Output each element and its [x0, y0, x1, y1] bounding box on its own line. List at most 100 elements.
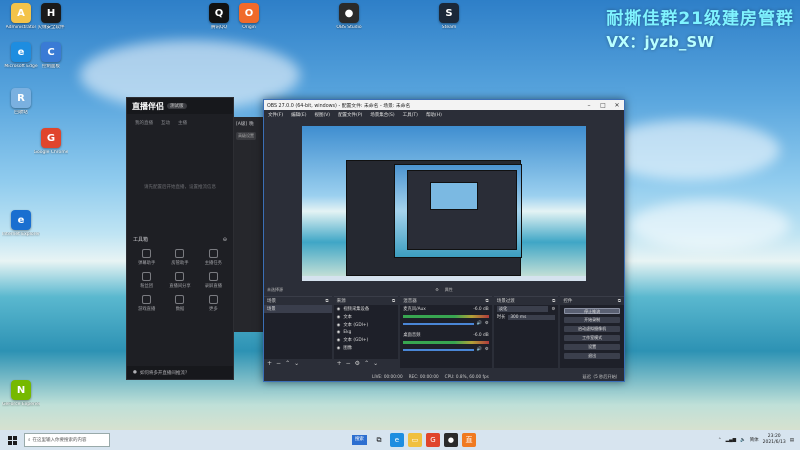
eye-icon[interactable]: ◉	[337, 307, 341, 312]
taskbar-search[interactable]: ⌕ 在这里输入你要搜索的内容	[24, 433, 110, 447]
gear-icon[interactable]: ⚙	[485, 347, 489, 352]
panel-tab[interactable]: [A级]	[236, 121, 247, 127]
exit-button[interactable]: 退出	[564, 353, 620, 359]
volume-icon[interactable]: 🔈	[740, 438, 746, 443]
desktop-icon[interactable]: R 回收站	[2, 88, 40, 126]
start-button[interactable]	[0, 430, 24, 450]
eye-icon[interactable]: ◉	[337, 346, 341, 351]
start-virtual-camera-button[interactable]: 启动虚拟摄像机	[564, 326, 620, 332]
tool-item[interactable]: 直播间分享	[164, 272, 195, 289]
tray-up-icon[interactable]: ⌃	[718, 438, 722, 443]
settings-button[interactable]: 设置	[564, 344, 620, 350]
live-assistant-taskbar-icon[interactable]: 直	[461, 433, 476, 447]
desktop-icon[interactable]: O Origin	[230, 3, 268, 41]
dock-float-icon[interactable]: ⧉	[618, 298, 621, 304]
menu-help[interactable]: 帮助(H)	[426, 112, 442, 118]
maximize-icon[interactable]: □	[596, 102, 610, 109]
tool-item[interactable]: 录屏直播	[198, 272, 229, 289]
studio-mode-button[interactable]: 工作室模式	[564, 335, 620, 341]
source-item[interactable]: ◉ 文本	[334, 313, 399, 321]
add-icon[interactable]: +	[267, 360, 272, 367]
network-icon[interactable]: ▂▄▆	[726, 438, 736, 443]
move-up-icon[interactable]: ⌃	[285, 360, 290, 367]
edge-icon[interactable]: e	[389, 433, 404, 447]
desktop-icon[interactable]: G Google Chrome	[32, 128, 70, 166]
source-item[interactable]: ◉ 视频采集设备	[334, 305, 399, 313]
stop-streaming-button[interactable]: 停止推流	[564, 308, 620, 314]
menu-file[interactable]: 文件(F)	[268, 112, 283, 118]
desktop-icon[interactable]: ● OBS Studio	[330, 3, 368, 41]
notification-icon[interactable]: ▤	[790, 438, 794, 443]
source-item[interactable]: ◉ 文本 (GDI+)	[334, 321, 399, 329]
tool-item[interactable]: 粉丝团	[131, 272, 162, 289]
dock-float-icon[interactable]: ⧉	[392, 298, 395, 304]
obs-taskbar-icon[interactable]: ●	[443, 433, 458, 447]
ime-indicator[interactable]: 简体	[750, 437, 759, 443]
speaker-icon[interactable]: 🔊	[477, 347, 482, 352]
source-item[interactable]: ◉ 文本 (GDI+)	[334, 336, 399, 344]
tab-my-live[interactable]: 我的直播	[135, 120, 153, 126]
duration-input[interactable]: 300 ms	[508, 314, 556, 320]
dock-float-icon[interactable]: ⧉	[552, 298, 555, 304]
gear-icon[interactable]: ⚙	[551, 307, 555, 312]
gear-icon[interactable]: ⚙	[435, 287, 439, 295]
tool-item[interactable]: 更多	[198, 295, 229, 312]
clock[interactable]: 23:20 2021/6/13	[763, 434, 786, 446]
task-view-icon[interactable]: ⧉	[372, 433, 386, 447]
eye-icon[interactable]: ◉	[337, 338, 341, 343]
eye-icon[interactable]: ◉	[337, 323, 341, 328]
live-assistant-window[interactable]: 直播伴侣 测试版 我的直播 互动 主播 请先配置后开始直播，设置推流信息 工具箱…	[126, 97, 234, 380]
panel-tab[interactable]: 晚	[249, 121, 254, 127]
desktop-icon[interactable]: e Internet Explorer	[2, 210, 40, 248]
dock-float-icon[interactable]: ⧉	[486, 298, 489, 304]
tool-item[interactable]: 弹幕助手	[131, 249, 162, 266]
menu-scene-collection[interactable]: 场景集合(S)	[370, 112, 394, 118]
volume-slider[interactable]	[403, 348, 474, 351]
speaker-icon[interactable]: 🔊	[477, 321, 482, 326]
start-recording-button[interactable]: 开始录制	[564, 317, 620, 323]
search-button[interactable]: 搜索	[351, 435, 367, 445]
source-item[interactable]: ◉ 图像	[334, 344, 399, 352]
toolbox-collapse-icon[interactable]: ⊖	[223, 237, 227, 243]
tool-item[interactable]: 数据	[164, 295, 195, 312]
obs-window[interactable]: OBS 27.0.0 (64-bit, windows) - 配置文件: 未命名…	[263, 99, 625, 382]
gear-icon[interactable]: ⚙	[485, 321, 489, 326]
desktop-icon[interactable]: C 控制面板	[32, 42, 70, 80]
tab-interact[interactable]: 互动	[161, 120, 170, 126]
menu-edit[interactable]: 编辑(E)	[291, 112, 306, 118]
move-down-icon[interactable]: ⌄	[294, 360, 299, 367]
move-down-icon[interactable]: ⌄	[373, 360, 378, 367]
desktop-icon[interactable]: N GeForce Experience	[2, 380, 40, 418]
obs-titlebar[interactable]: OBS 27.0.0 (64-bit, windows) - 配置文件: 未命名…	[264, 100, 624, 110]
file-explorer-icon[interactable]: ▭	[407, 433, 422, 447]
menu-view[interactable]: 视图(V)	[314, 112, 330, 118]
tool-item[interactable]: 游戏直播	[131, 295, 162, 312]
live-assistant-titlebar[interactable]: 直播伴侣 测试版	[127, 98, 233, 114]
minimize-icon[interactable]: –	[582, 102, 596, 109]
remove-icon[interactable]: −	[346, 360, 351, 367]
dock-float-icon[interactable]: ⧉	[325, 298, 328, 304]
menu-profile[interactable]: 配置文件(P)	[338, 112, 362, 118]
chrome-icon[interactable]: G	[425, 433, 440, 447]
close-icon[interactable]: ✕	[610, 102, 624, 109]
desktop-icon[interactable]: H 火绒安全软件	[32, 3, 70, 41]
live-assistant-footer[interactable]: ● 如何将多开直播间推流？	[127, 366, 233, 379]
source-item[interactable]: ◉ Ekg	[334, 329, 399, 336]
scene-item[interactable]: 场景	[264, 305, 332, 313]
advanced-settings-button[interactable]: 高级设置	[236, 132, 256, 140]
obs-preview[interactable]	[302, 126, 586, 281]
tab-anchor[interactable]: 主播	[178, 120, 187, 126]
gear-icon[interactable]: ⚙	[355, 360, 360, 367]
tool-item[interactable]: 房管助手	[164, 249, 195, 266]
desktop-icon[interactable]: S Steam	[430, 3, 468, 41]
menu-tools[interactable]: 工具(T)	[403, 112, 418, 118]
move-up-icon[interactable]: ⌃	[364, 360, 369, 367]
eye-icon[interactable]: ◉	[337, 330, 341, 335]
volume-slider[interactable]	[403, 322, 474, 325]
remove-icon[interactable]: −	[276, 360, 281, 367]
eye-icon[interactable]: ◉	[337, 315, 341, 320]
transition-select[interactable]: 淡化	[496, 306, 549, 312]
add-icon[interactable]: +	[337, 360, 342, 367]
tool-item[interactable]: 主播任务	[198, 249, 229, 266]
properties-button[interactable]: 属性	[445, 287, 453, 295]
